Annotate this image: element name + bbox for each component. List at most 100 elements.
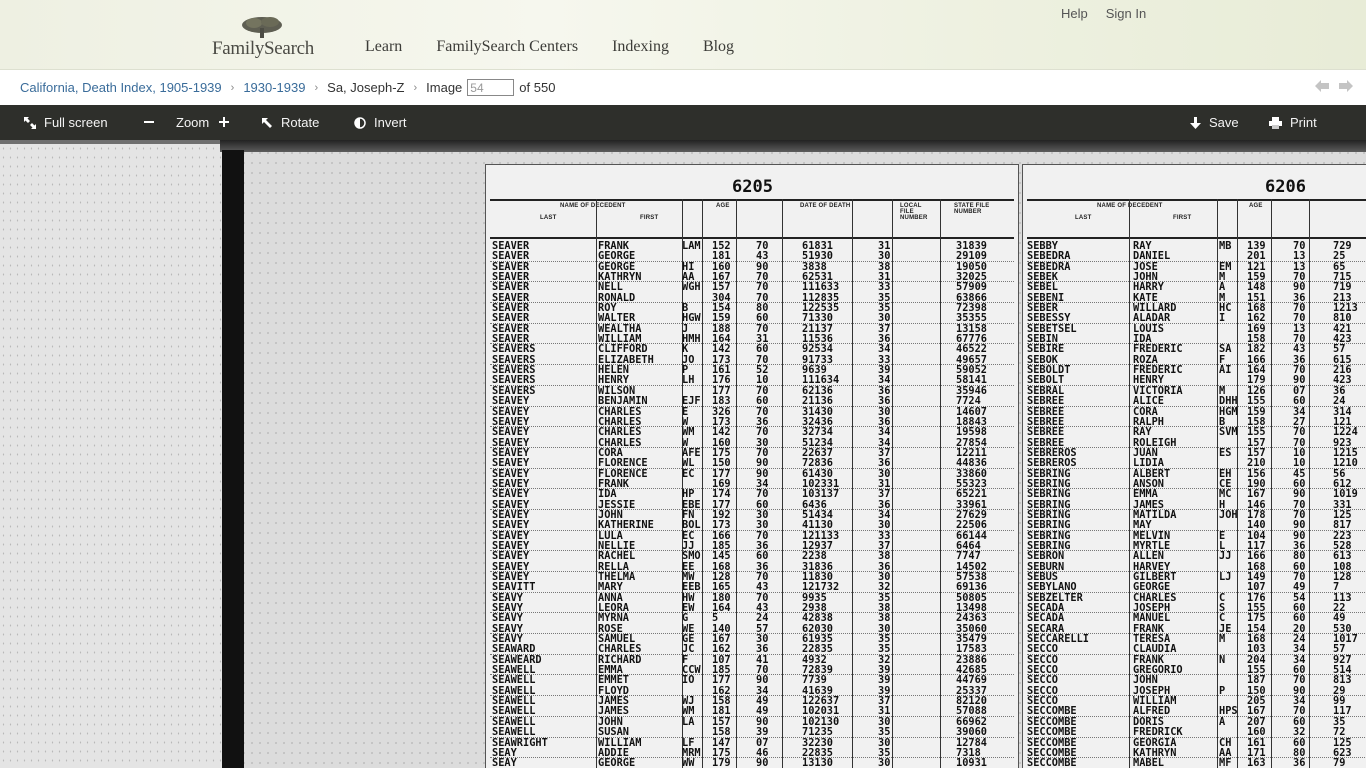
sign-in-link[interactable]: Sign In [1106,6,1146,21]
image-label: Image [426,80,463,95]
table-row: SEAVER ROY B 154 80 122535 35 72398 [490,303,1014,314]
table-row: SEBREE RAY SVM 155 70 1224 [1027,426,1366,439]
table-row: SEBIRE FREDERIC SA 182 43 57 [1027,344,1366,355]
table-row: SEBREROS JUAN ES 157 10 1215 [1027,448,1366,459]
nav-learn[interactable]: Learn [365,38,402,60]
table-row: SEAWELL JOHN LA 157 90 102130 30 66962 [490,716,1014,727]
rotate-button[interactable]: Rotate [261,105,319,140]
table-row: SEAVEY NELLIE JJ 185 36 12937 37 6464 [490,541,1014,551]
breadcrumb-bar: California, Death Index, 1905-1939 › 193… [0,70,1366,105]
table-row: SEAVER WILLIAM HMH 164 31 11536 36 67776 [490,334,1014,344]
familysearch-logo[interactable]: FamilySearch [212,16,334,60]
table-cell: 39 [756,726,769,739]
table-cell: 32734 [802,426,833,439]
column-header: LAST [540,215,557,221]
table-cell: 36 [1293,757,1306,768]
expand-icon [24,116,36,129]
table-row: SEBOLDT FREDERIC AI 164 70 216 [1027,365,1366,376]
table-row: SEAVEY JESSIE EBE 177 60 6436 36 33961 [490,499,1014,510]
table-row: SEAVER GEORGE HI 160 90 3838 38 19050 [490,261,1014,272]
nav-blog[interactable]: Blog [703,38,734,60]
table-cell: IO [682,674,695,687]
table-row: SEAWELL EMMET IO 177 90 7739 39 44769 [490,674,1014,687]
table-row: SEAVY SAMUEL GE 167 30 61935 35 35479 [490,634,1014,645]
full-screen-button[interactable]: Full screen [24,105,108,140]
table-cell: SEAWELL [492,726,536,739]
table-cell: LJ [1219,571,1232,583]
table-cell: 10 [1293,457,1306,470]
table-cell: JJ [1219,550,1232,563]
table-row: SEBRAL VICTORIA M 126 07 36 [1027,385,1366,396]
death-index-page-6205: 6205 NAME OF DECEDENT LAST FIRST AGE DAT… [485,164,1019,768]
table-cell: SEBREROS [1027,457,1077,470]
rotate-icon [262,117,272,128]
printer-icon [1269,116,1282,129]
table-row: SEBIN IDA 158 70 423 [1027,334,1366,344]
breadcrumb-range[interactable]: 1930-1939 [243,80,305,95]
table-row: SEAVEY KATHERINE BOL 173 30 41130 30 22506 [490,520,1014,531]
table-row: SECCO WILLIAM 205 34 99 [1027,696,1366,707]
table-row: SEAVEY BENJAMIN EJF 183 60 21136 36 7724 [490,395,1014,408]
site-header: FamilySearch Learn FamilySearch Centers … [0,0,1366,70]
table-cell: MB [1219,240,1232,252]
column-header: AGE [1249,203,1263,209]
table-row: SEBER WILLARD HC 168 70 1213 [1027,303,1366,314]
table-row: SEAVER GEORGE 181 43 51930 30 29109 [490,251,1014,262]
breadcrumb-collection[interactable]: California, Death Index, 1905-1939 [20,80,222,95]
logo-text: FamilySearch [212,38,314,59]
table-row: SEBRING MYRTLE L 117 36 528 [1027,541,1366,551]
zoom-in-icon[interactable] [219,115,237,130]
save-button[interactable]: Save [1190,105,1239,140]
column-header: STATE FILE NUMBER [954,203,990,215]
table-cell: WGH [682,281,701,294]
table-cell: I [1219,312,1226,325]
table-row: SEAVER WALTER HGW 159 60 71330 30 35355 [490,313,1014,324]
image-viewer[interactable]: 6205 NAME OF DECEDENT LAST FIRST AGE DAT… [0,140,1366,768]
table-row: SECADA MANUEL C 175 60 49 [1027,613,1366,624]
table-cell: 183 [712,395,731,408]
table-cell: EJF [682,395,701,408]
table-row: SECCO CLAUDIA 103 34 57 [1027,644,1366,655]
table-row: SEAVERS CLIFFORD K 142 60 92534 34 46522 [490,344,1014,355]
table-row: SEAVER KATHRYN AA 167 70 62531 31 32025 [490,272,1014,282]
table-row: SEAWELL FLOYD 162 34 41639 39 25337 [490,685,1014,696]
table-cell: SEBREE [1027,426,1065,439]
table-row: SEBZELTER CHARLES C 176 54 113 [1027,592,1366,603]
table-cell: N [1219,653,1226,666]
table-row: SEBEDRA JOSE EM 121 13 65 [1027,261,1366,272]
previous-image-arrow-icon[interactable] [1314,78,1330,94]
print-button[interactable]: Print [1269,105,1317,140]
table-row: SEBUS GILBERT LJ 149 70 128 [1027,571,1366,583]
table-row: SECCOMBE GEORGIA CH 161 60 125 [1027,737,1366,748]
record-rows: SEAVER FRANK LAM 152 70 61831 31 31839 SEAVER GEO… [490,241,1014,768]
invert-icon [354,116,366,129]
breadcrumb-separator: › [230,81,235,94]
help-link[interactable]: Help [1061,6,1088,21]
zoom-out-icon[interactable] [144,115,162,130]
image-number-input[interactable] [467,79,515,96]
table-cell: M [1219,633,1226,646]
table-cell: SEAVEY [492,457,530,470]
table-row: SEBREROS LIDIA 210 10 1210 [1027,457,1366,470]
table-cell: FREDRICK [1133,726,1183,739]
table-cell: 79 [1333,757,1346,768]
table-cell: SECCOMBE [1027,726,1077,739]
table-row: SEAVER FRANK LAM 152 70 61831 31 31839 [490,241,1014,252]
left-page-image [0,144,226,768]
image-toolbar: Full screen Zoom Rotate Invert Save Prin… [0,105,1366,140]
table-cell: 70 [1293,426,1306,439]
table-cell: WW [682,757,695,768]
table-row: SEAVEY RACHEL SMO 145 60 2238 38 7747 [490,551,1014,562]
table-cell: 72836 [802,457,833,470]
table-row: SEBRING JAMES H 146 70 331 [1027,499,1366,510]
table-row: SEBURN HARVEY 168 60 108 [1027,561,1366,572]
table-row: SEBOK ROZA F 166 36 615 [1027,354,1366,365]
breadcrumb-segment: Sa, Joseph-Z [327,80,405,95]
table-cell: 72 [1333,726,1346,739]
next-image-arrow-icon[interactable] [1338,78,1354,94]
invert-button[interactable]: Invert [354,105,407,140]
table-cell: 44836 [956,457,987,470]
table-row: SEAVY LEORA EW 164 43 2938 38 13498 [490,603,1014,613]
nav-indexing[interactable]: Indexing [612,38,669,60]
nav-familysearch-centers[interactable]: FamilySearch Centers [436,38,578,60]
